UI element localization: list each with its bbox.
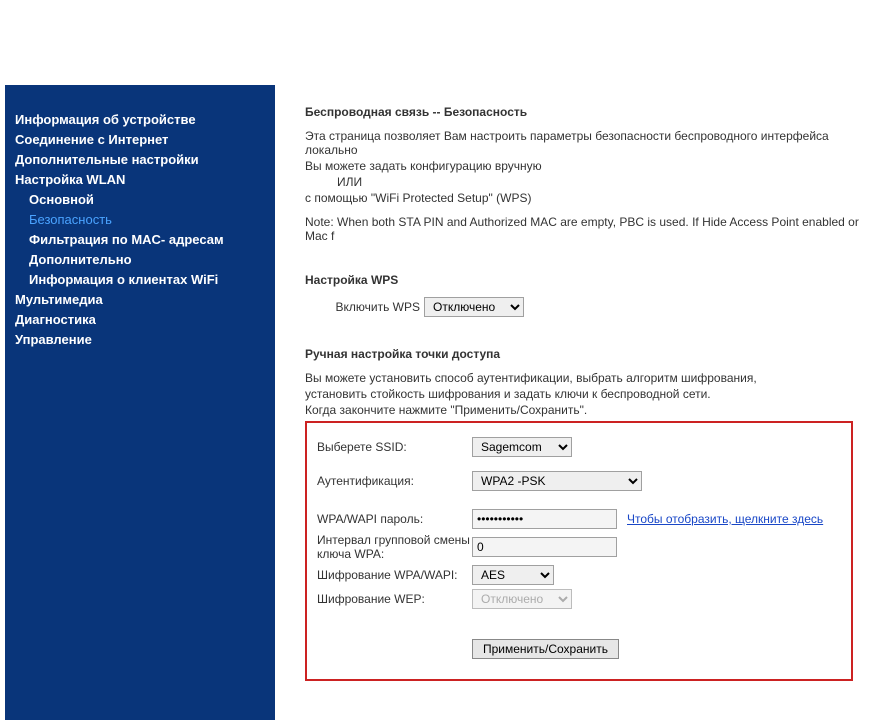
wep-label: Шифрование WEP: — [317, 592, 472, 606]
show-password-link[interactable]: Чтобы отобразить, щелкните здесь — [627, 512, 823, 526]
intro-line-4: с помощью "WiFi Protected Setup" (WPS) — [305, 191, 869, 205]
gtk-input[interactable] — [472, 537, 617, 557]
intro-line-2: Вы можете задать конфигурацию вручную — [305, 159, 869, 173]
intro-note: Note: When both STA PIN and Authorized M… — [305, 215, 869, 243]
nav-wlan-security[interactable]: Безопасность — [15, 210, 265, 230]
intro-line-1: Эта страница позволяет Вам настроить пар… — [305, 129, 869, 157]
pass-label: WPA/WAPI пароль: — [317, 512, 472, 526]
manual-desc-3: Когда закончите нажмите "Применить/Сохра… — [305, 403, 869, 417]
auth-select[interactable]: WPA2 -PSK — [472, 471, 642, 491]
sidebar: Информация об устройстве Соединение с Ин… — [5, 85, 275, 720]
content-area: Беспроводная связь -- Безопасность Эта с… — [275, 85, 869, 720]
wep-select: Отключено — [472, 589, 572, 609]
wps-title: Настройка WPS — [305, 273, 869, 287]
gtk-label: Интервал групповой смены ключа WPA: — [317, 533, 472, 561]
nav-wlan[interactable]: Настройка WLAN — [15, 170, 265, 190]
manual-desc-2: установить стойкость шифрования и задать… — [305, 387, 869, 401]
ssid-select[interactable]: Sagemcom — [472, 437, 572, 457]
nav-multimedia[interactable]: Мультимедиа — [15, 290, 265, 310]
wps-enable-select[interactable]: Отключено — [424, 297, 524, 317]
nav-wlan-basic[interactable]: Основной — [15, 190, 265, 210]
auth-label: Аутентификация: — [317, 474, 472, 488]
nav-diagnostics[interactable]: Диагностика — [15, 310, 265, 330]
nav-wlan-advanced[interactable]: Дополнительно — [15, 250, 265, 270]
apply-button[interactable]: Применить/Сохранить — [472, 639, 619, 659]
ssid-label: Выберете SSID: — [317, 440, 472, 454]
nav-internet[interactable]: Соединение с Интернет — [15, 130, 265, 150]
pass-input[interactable] — [472, 509, 617, 529]
settings-box: Выберете SSID: Sagemcom Аутентификация: … — [305, 421, 853, 681]
page-title: Беспроводная связь -- Безопасность — [305, 105, 869, 119]
intro-line-3: ИЛИ — [305, 175, 869, 189]
manual-desc-1: Вы можете установить способ аутентификац… — [305, 371, 869, 385]
nav-device-info[interactable]: Информация об устройстве — [15, 110, 265, 130]
nav-wlan-clients[interactable]: Информация о клиентах WiFi — [15, 270, 265, 290]
enc-select[interactable]: AES — [472, 565, 554, 585]
wps-enable-label: Включить WPS — [305, 300, 424, 314]
nav-advanced[interactable]: Дополнительные настройки — [15, 150, 265, 170]
manual-title: Ручная настройка точки доступа — [305, 347, 869, 361]
nav-management[interactable]: Управление — [15, 330, 265, 350]
nav-wlan-macfilter[interactable]: Фильтрация по MAC- адресам — [15, 230, 265, 250]
enc-label: Шифрование WPA/WAPI: — [317, 568, 472, 582]
